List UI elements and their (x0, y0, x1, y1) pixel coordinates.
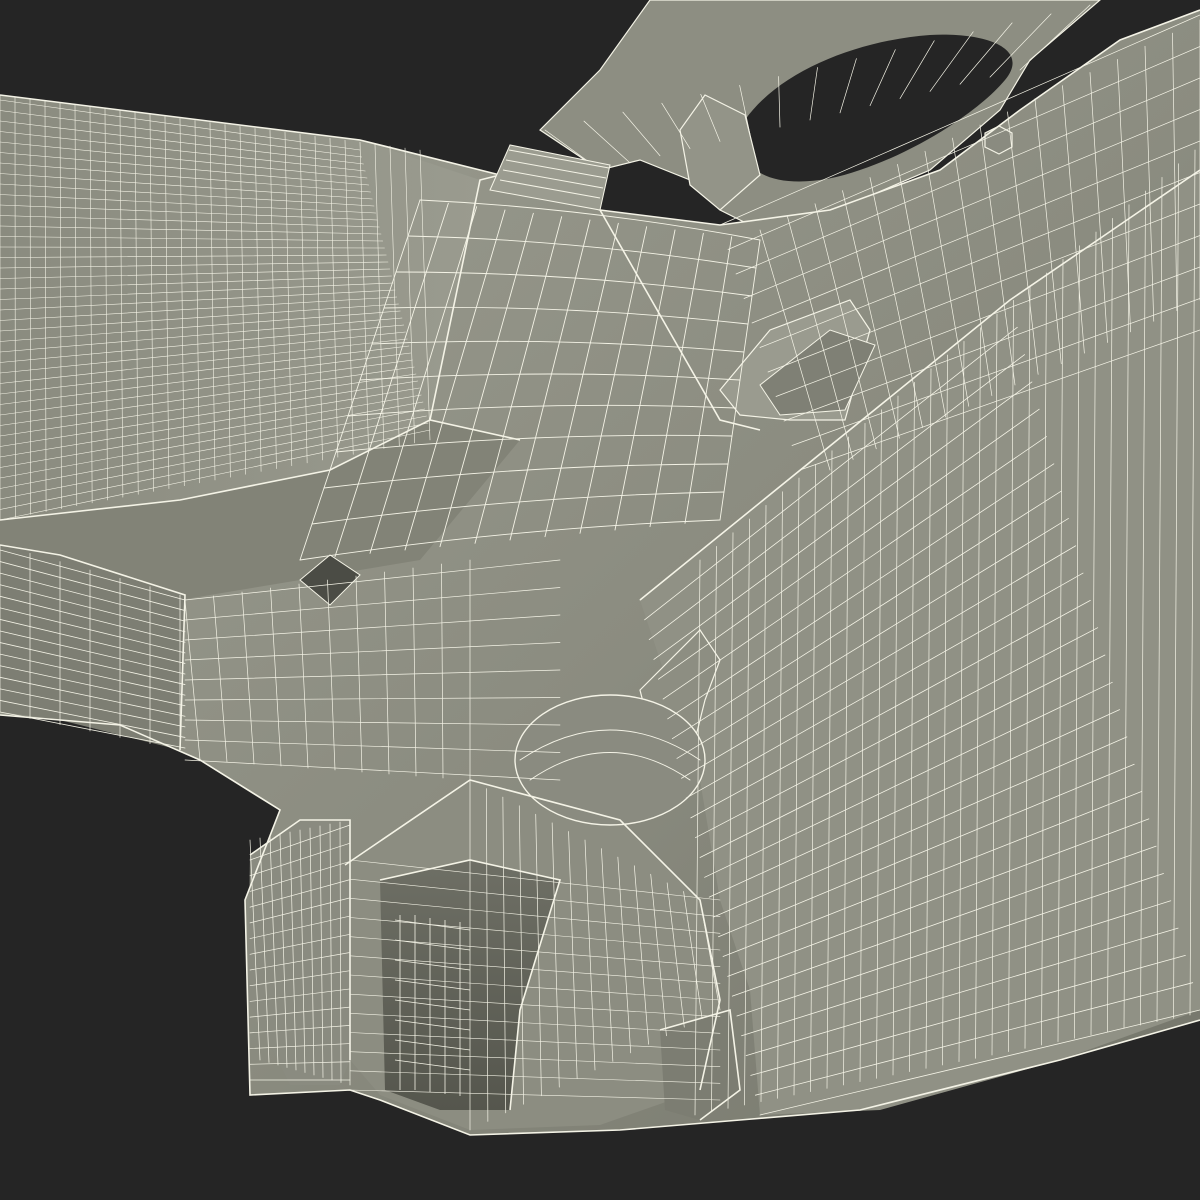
wireframe-pistol-render (0, 0, 1200, 1200)
takedown-lever (514, 694, 706, 826)
